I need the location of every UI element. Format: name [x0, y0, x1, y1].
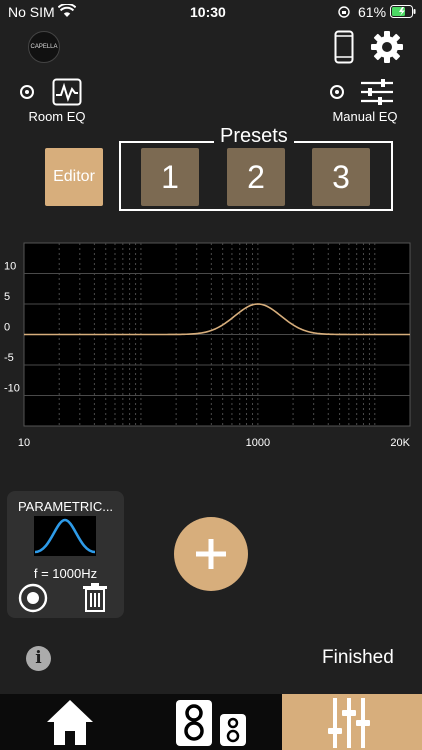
y-tick-label: 10 — [4, 261, 16, 273]
presets-title: Presets — [214, 125, 294, 148]
add-filter-button[interactable] — [174, 517, 248, 591]
logo-text: CAPELLA — [30, 44, 58, 50]
tab-speakers[interactable] — [141, 694, 281, 750]
wifi-icon — [58, 4, 76, 17]
carrier-text: No SIM — [8, 4, 55, 20]
trash-icon[interactable] — [82, 582, 108, 612]
clock: 10:30 — [190, 4, 226, 20]
eq-sliders-icon — [328, 698, 370, 748]
battery-icon — [390, 5, 416, 18]
x-tick-label: 1000 — [246, 437, 270, 449]
bell-curve-icon — [34, 516, 96, 556]
status-bar: No SIM 10:30 61% — [0, 0, 422, 24]
filter-frequency: f = 1000Hz — [33, 566, 98, 581]
room-eq-radio[interactable] — [20, 85, 34, 99]
parametric-filter-card[interactable]: PARAMETRIC... f = 1000Hz — [7, 491, 124, 618]
manual-eq-icon[interactable] — [360, 78, 394, 106]
speakers-icon — [176, 700, 246, 746]
tab-home[interactable] — [0, 694, 140, 750]
y-tick-label: -5 — [4, 352, 14, 364]
phone-icon[interactable] — [334, 30, 354, 64]
chart-y-labels: 10 5 0 -5 -10 — [4, 261, 20, 395]
x-tick-label: 20K — [390, 437, 410, 449]
filter-title: PARAMETRIC... — [17, 499, 114, 514]
filter-enable-toggle[interactable] — [18, 583, 48, 613]
logo: CAPELLA — [28, 31, 60, 63]
preset-1-button[interactable]: 1 — [141, 148, 199, 206]
manual-eq-label: Manual EQ — [332, 109, 398, 124]
preset-3-button[interactable]: 3 — [312, 148, 370, 206]
rotation-lock-icon — [338, 6, 350, 18]
info-symbol: i — [35, 648, 42, 668]
tab-eq[interactable] — [282, 694, 422, 750]
y-tick-label: -10 — [4, 383, 20, 395]
editor-button[interactable]: Editor — [45, 148, 103, 206]
battery-percent: 61% — [358, 4, 387, 20]
manual-eq-radio[interactable] — [330, 85, 344, 99]
preset-2-button[interactable]: 2 — [227, 148, 285, 206]
home-icon — [47, 700, 93, 745]
chart-x-labels: 10 1000 20K — [18, 437, 411, 449]
room-eq-label: Room EQ — [28, 109, 86, 124]
plus-icon — [196, 539, 226, 569]
room-eq-icon[interactable] — [52, 78, 82, 106]
tab-bar — [0, 694, 422, 750]
y-tick-label: 5 — [4, 291, 10, 303]
y-tick-label: 0 — [4, 322, 10, 334]
x-tick-label: 10 — [18, 437, 30, 449]
eq-chart[interactable]: 10 5 0 -5 -10 10 1000 20K — [0, 238, 422, 453]
info-icon[interactable]: i — [26, 646, 51, 671]
finished-button[interactable]: Finished — [322, 647, 394, 669]
gear-icon[interactable] — [370, 30, 404, 64]
